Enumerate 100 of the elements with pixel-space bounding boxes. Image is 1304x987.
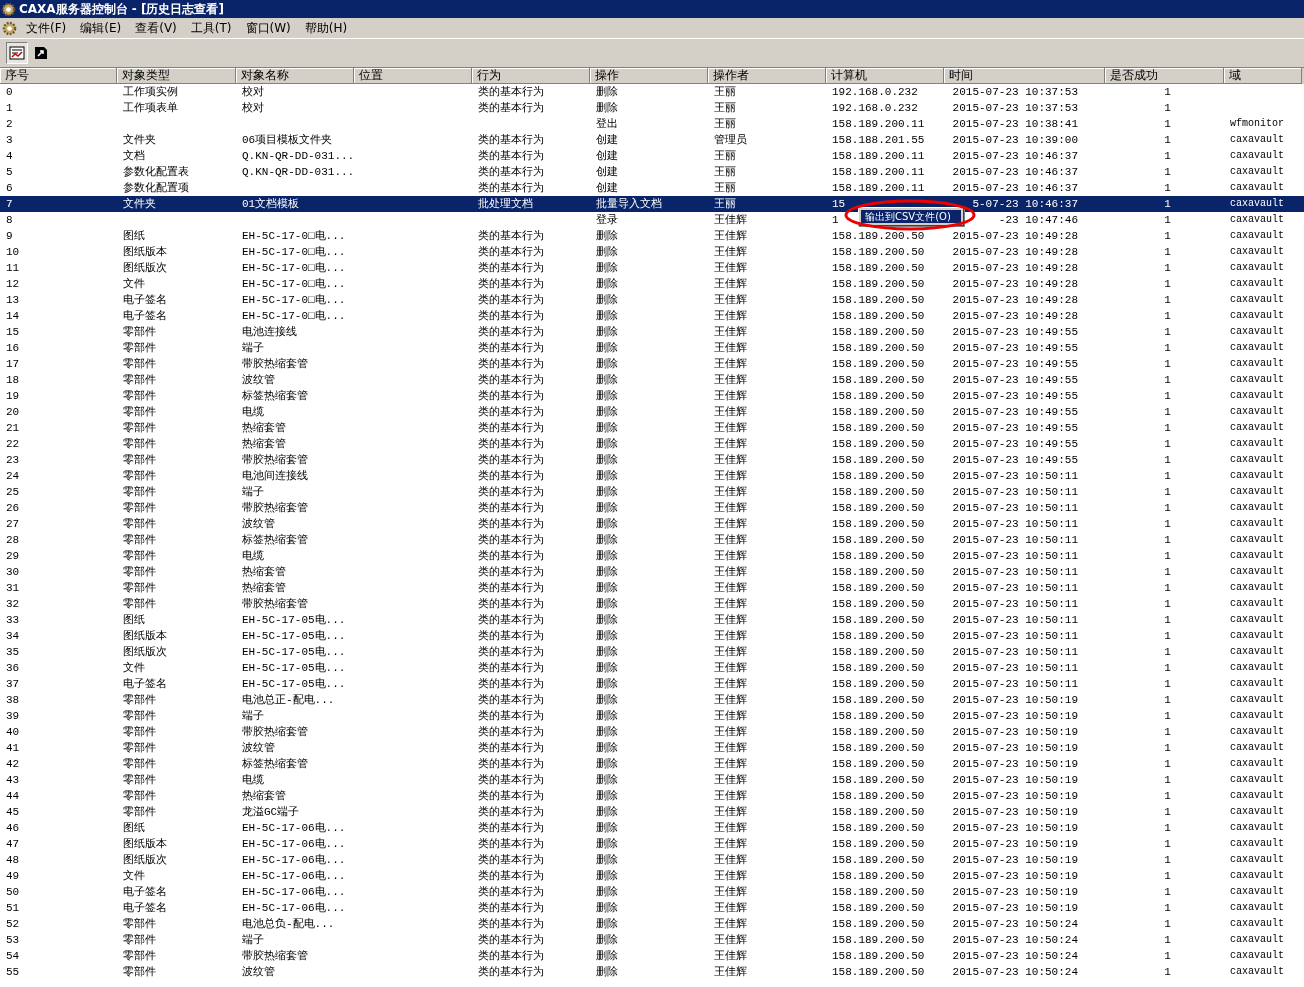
context-menu-item[interactable]: 输出到CSV文件(O): [861, 210, 961, 223]
table-cell: 王佳辉: [714, 310, 747, 322]
column-header[interactable]: 操作者: [708, 68, 826, 84]
table-cell: 15: [832, 198, 846, 210]
table-cell: 王佳辉: [714, 614, 747, 626]
table-cell: EH-5C-17-06电...: [242, 822, 346, 834]
table-cell: 1: [1164, 486, 1171, 498]
table-cell: 类的基本行为: [478, 598, 544, 610]
table-cell: caxavault: [1230, 486, 1284, 497]
table-cell: 删除: [596, 406, 618, 418]
column-header[interactable]: 操作: [590, 68, 708, 84]
table-cell: 1: [1164, 806, 1171, 818]
column-header[interactable]: 时间: [944, 68, 1105, 84]
table-cell: 类的基本行为: [478, 838, 544, 850]
table-cell: 类的基本行为: [478, 854, 544, 866]
table-cell: 158.189.200.50: [832, 406, 925, 418]
table-cell: caxavault: [1230, 774, 1284, 785]
table-cell-text: 2015-07-23 10:50:11: [951, 677, 1078, 692]
column-header[interactable]: 计算机: [826, 68, 944, 84]
table-cell: 13: [6, 294, 20, 306]
table-cell: 零部件: [123, 774, 156, 786]
table-cell: 1: [1164, 886, 1171, 898]
table-cell: 热缩套管: [242, 422, 286, 434]
table-cell: 类的基本行为: [478, 150, 544, 162]
table-cell: 37: [6, 678, 20, 690]
table-cell: 1: [1164, 406, 1171, 418]
table-cell: 参数化配置项: [123, 182, 189, 194]
table-cell: 波纹管: [242, 966, 275, 978]
table-cell: 端子: [242, 486, 264, 498]
table-cell: 删除: [596, 790, 618, 802]
table-cell: 删除: [596, 678, 618, 690]
toolbar-button[interactable]: [6, 42, 28, 64]
table-cell: 158.189.200.50: [832, 758, 925, 770]
table-cell: 24: [6, 470, 20, 482]
table-cell: 删除: [596, 918, 618, 930]
table-cell: 零部件: [123, 950, 156, 962]
table-cell: 删除: [596, 806, 618, 818]
table-cell: 电子签名: [123, 886, 167, 898]
table-cell: 158.189.200.50: [832, 358, 925, 370]
table-cell: 38: [6, 694, 20, 706]
table-cell: 49: [6, 870, 20, 882]
table-cell: caxavault: [1230, 294, 1284, 305]
table-cell: 类的基本行为: [478, 934, 544, 946]
table-cell: 删除: [596, 886, 618, 898]
table-cell: 王佳辉: [714, 854, 747, 866]
table-cell: 文档: [123, 150, 145, 162]
column-header[interactable]: 对象类型: [117, 68, 236, 84]
table-cell: 158.189.200.50: [832, 790, 925, 802]
menu-item[interactable]: 编辑(E): [75, 19, 127, 37]
column-header[interactable]: 是否成功: [1105, 68, 1224, 84]
table-cell: 类的基本行为: [478, 614, 544, 626]
menu-item[interactable]: 窗口(W): [240, 19, 296, 37]
table-cell: 批量导入文档: [596, 198, 662, 210]
table-cell: 零部件: [123, 374, 156, 386]
table-cell: 类的基本行为: [478, 134, 544, 146]
table-cell-text: 2015-07-23 10:50:11: [951, 613, 1078, 628]
table-cell: 零部件: [123, 726, 156, 738]
table-cell: 158.189.200.50: [832, 646, 925, 658]
table-cell: 158.189.200.50: [832, 294, 925, 306]
table-cell-text: 2015-07-23 10:49:28: [951, 229, 1078, 244]
table-cell: 158.189.200.50: [832, 950, 925, 962]
menu-item[interactable]: 帮助(H): [299, 19, 353, 37]
table-cell-text: 2015-07-23 10:50:19: [951, 693, 1078, 708]
menu-item[interactable]: 工具(T): [185, 19, 237, 37]
document-gear-icon: [2, 20, 17, 36]
table-cell: 王丽: [714, 198, 736, 210]
table-cell-text: 2015-07-23 10:50:19: [951, 885, 1078, 900]
column-header[interactable]: 位置: [354, 68, 472, 84]
column-header[interactable]: 域: [1224, 68, 1302, 84]
table-cell: 类的基本行为: [478, 166, 544, 178]
menu-item[interactable]: 查看(V): [130, 19, 182, 37]
table-cell: 王佳辉: [714, 934, 747, 946]
column-header[interactable]: 对象名称: [236, 68, 354, 84]
table-cell: 零部件: [123, 790, 156, 802]
table-cell: 工作项实例: [123, 86, 178, 98]
table-cell: 158.189.200.50: [832, 854, 925, 866]
table-cell: 王佳辉: [714, 886, 747, 898]
table-cell: 删除: [596, 566, 618, 578]
table-cell: 零部件: [123, 486, 156, 498]
table-cell: 删除: [596, 102, 618, 114]
table-cell: 王佳辉: [714, 246, 747, 258]
table-cell: 1: [1164, 342, 1171, 354]
table-cell-text: 2015-07-23 10:49:55: [951, 373, 1078, 388]
table-cell-text: 2015-07-23 10:49:28: [951, 261, 1078, 276]
table-cell: EH-5C-17-0□电...: [242, 230, 346, 242]
table-cell: 波纹管: [242, 374, 275, 386]
column-header[interactable]: 行为: [472, 68, 590, 84]
table-cell: 55: [6, 966, 20, 978]
table-cell: 王佳辉: [714, 582, 747, 594]
table-cell-text: 2015-07-23 10:50:19: [951, 773, 1078, 788]
table-cell: 158.189.200.50: [832, 582, 925, 594]
table-cell: caxavault: [1230, 822, 1284, 833]
table-cell: 类的基本行为: [478, 246, 544, 258]
table-cell-text: 2015-07-23 10:49:28: [951, 309, 1078, 324]
table-cell: 王佳辉: [714, 390, 747, 402]
table-cell: 图纸: [123, 230, 145, 242]
table-cell: caxavault: [1230, 166, 1284, 177]
column-header[interactable]: 序号: [0, 68, 117, 84]
table-cell: 158.189.200.50: [832, 694, 925, 706]
menu-item[interactable]: 文件(F): [21, 19, 72, 37]
